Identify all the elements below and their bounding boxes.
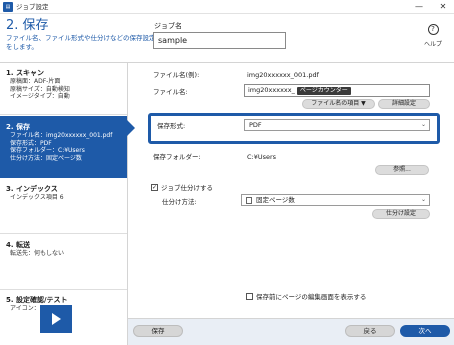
format-label: 保存形式: [157,122,186,130]
format-select[interactable]: PDF ⌄ [244,119,430,131]
format-value: PDF [249,121,262,129]
filename-example-value: img20xxxxxx_001.pdf [247,71,319,79]
minimize-button[interactable]: — [408,0,430,14]
step-detail: インデックス項目 6 [10,194,64,201]
filename-prefix: img20xxxxxx_ [248,86,295,94]
close-button[interactable]: ✕ [432,0,454,14]
filename-example-label: ファイル名(例): [153,71,200,79]
save-button[interactable]: 保存 [133,325,183,337]
chevron-down-icon: ⌄ [420,121,426,128]
step-scan[interactable]: 1. スキャン 原稿面：ADF-片面 原稿サイズ：自動検知 イメージタイプ：自動 [0,66,127,115]
step-title: 5. 設定確認/テスト [6,296,68,304]
help-button[interactable]: ? ヘルプ [418,24,448,58]
step-title: 4. 転送 [6,241,30,249]
page-description: ファイル名、ファイル形式や仕分けなどの保存設定をします。 [6,34,156,51]
split-method-label: 仕分け方法: [162,198,197,206]
step-detail: ファイル名：img20xxxxxx_001.pdf [10,132,113,139]
page-icon [246,196,252,204]
step-detail: 仕分け方法：固定ページ数 [10,154,82,162]
detail-settings-button[interactable]: 詳細設定 [378,99,430,109]
next-button[interactable]: 次へ [400,325,450,337]
step-detail: 転送先：何もしない [10,250,65,257]
job-name-label: ジョブ名 [154,22,182,30]
split-method-select[interactable]: 固定ページ数 ⌄ [241,194,430,206]
step-transfer[interactable]: 4. 転送 転送先：何もしない [0,236,127,290]
filename-items-button[interactable]: ファイル名の項目 ▼ [302,99,375,109]
step-detail: 原稿面：ADF-片面 [10,78,61,85]
step-title: 1. スキャン [6,69,44,77]
step-detail: 原稿サイズ：自動検知 [10,85,70,93]
browse-button[interactable]: 参照... [375,165,429,175]
filename-label: ファイル名: [153,88,188,96]
step-detail: イメージタイプ：自動 [10,93,70,100]
split-settings-button[interactable]: 仕分け設定 [372,209,430,219]
title-bar: ▤ ジョブ設定 — ✕ [0,0,454,14]
step-save[interactable]: 2. 保存 ファイル名：img20xxxxxx_001.pdf 保存形式：PDF… [0,116,127,178]
job-icon[interactable] [40,305,72,333]
help-icon: ? [427,24,439,35]
folder-label: 保存フォルダー: [153,153,201,161]
filename-input[interactable]: img20xxxxxx_ ページカウンター [244,84,430,97]
active-step-indicator [127,120,135,136]
show-edit-screen-label: 保存前にページの編集画面を表示する [256,293,367,301]
play-icon [52,313,61,325]
split-checkbox[interactable]: ✓ [151,184,158,191]
page-counter-chip[interactable]: ページカウンター [296,87,351,95]
chevron-down-icon: ⌄ [420,196,426,203]
split-method-value: 固定ページ数 [256,196,295,204]
window-title: ジョブ設定 [16,3,49,11]
step-title: 2. 保存 [6,123,30,131]
step-index[interactable]: 3. インデックス インデックス項目 6 [0,180,127,234]
app-icon: ▤ [3,2,13,12]
step-detail: 保存フォルダー：C:¥Users [10,147,85,154]
help-label: ヘルプ [423,41,442,48]
page-title: 2. 保存 [6,18,49,33]
job-name-input[interactable]: sample [153,32,286,49]
split-checkbox-label: ジョブ仕分けする [161,184,213,192]
step-title: 3. インデックス [6,185,58,193]
show-edit-screen-checkbox[interactable] [246,293,253,300]
back-button[interactable]: 戻る [345,325,395,337]
folder-value: C:¥Users [247,153,277,161]
step-detail: 保存形式：PDF [10,139,52,147]
